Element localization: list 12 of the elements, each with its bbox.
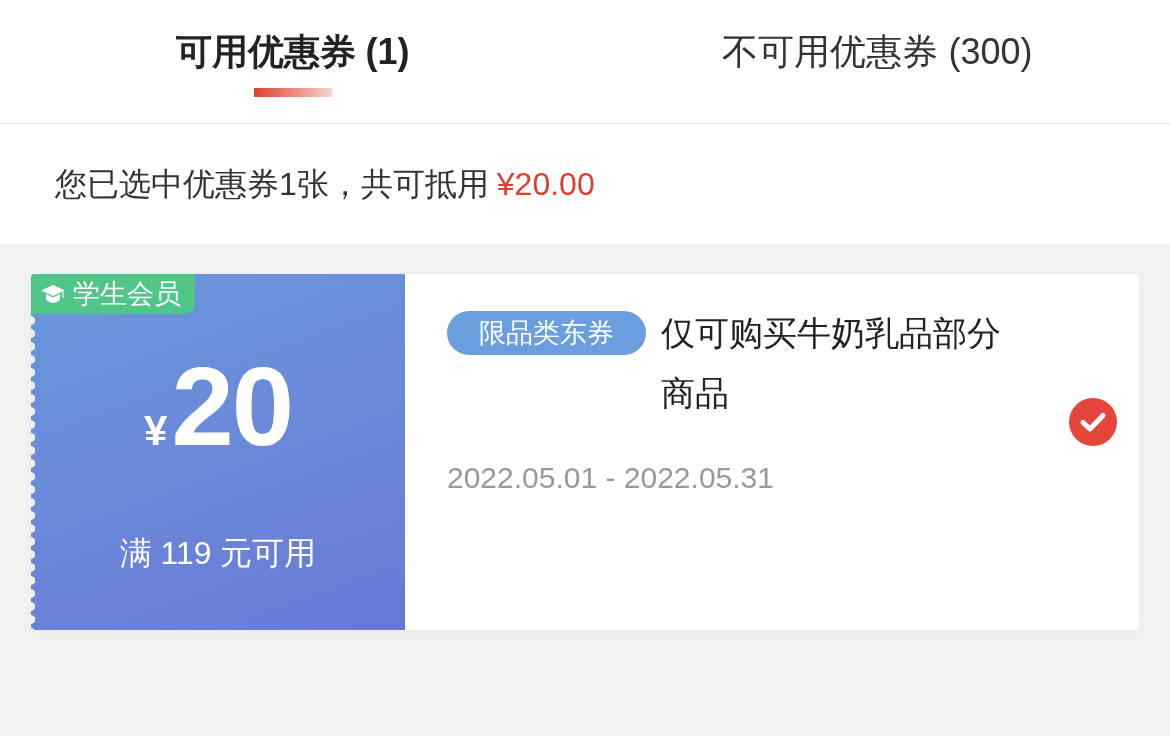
coupon-value: 20 (171, 352, 292, 462)
discount-amount: ¥20.00 (496, 165, 595, 204)
category-tag: 限品类东券 (447, 311, 646, 355)
validity-period: 2022.05.01 - 2022.05.31 (447, 460, 774, 496)
member-badge: 学生会员 (31, 274, 195, 314)
summary-text: 您已选中优惠券1张，共可抵用 (55, 165, 489, 204)
tab[interactable]: 可用优惠券 (1) (175, 28, 410, 76)
currency-symbol: ¥ (144, 406, 168, 456)
graduation-cap-icon (41, 285, 65, 303)
tab[interactable]: 不可用优惠券 (300) (722, 28, 1033, 76)
check-icon[interactable] (1069, 398, 1117, 446)
coupon-title: 仅可购买牛奶乳品部分商品 (661, 313, 1002, 414)
